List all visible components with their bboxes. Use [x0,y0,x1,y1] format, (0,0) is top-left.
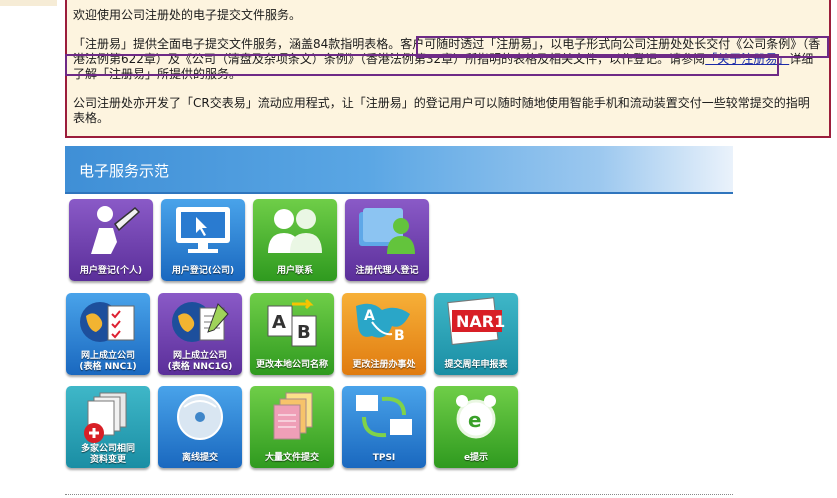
tile-register-individual[interactable]: 用户登记(个人) [69,199,153,281]
disc-icon [158,386,242,448]
tile-label: 用户登记(个人) [79,266,143,276]
map-ab-icon: AB [342,293,426,355]
tile-label: 注册代理人登记 [355,266,419,276]
eservice-demo-banner: 电子服务示范 [65,146,733,194]
tile-offline-submission[interactable]: 离线提交 [158,386,242,468]
svg-text:A: A [364,308,375,324]
svg-text:A: A [272,312,286,333]
welcome-notice: 欢迎使用公司注册处的电子提交文件服务。 「注册易」提供全面电子提交文件服务，涵盖… [65,0,831,138]
tile-label: TPSI [372,453,396,463]
svg-text:B: B [297,322,311,343]
tile-label: 多家公司相同 资料变更 [80,444,135,465]
tile-label: 用户联系 [276,266,313,276]
bottom-divider [65,494,733,495]
globe-form-icon [66,293,150,355]
tile-register-company[interactable]: 用户登记(公司) [161,199,245,281]
pen-person-icon [69,199,153,261]
tile-e-reminder[interactable]: e e提示 [434,386,518,468]
tile-label: 提交周年申报表 [444,360,508,370]
tile-label: e提示 [463,453,489,463]
tile-label: 离线提交 [181,453,218,463]
tile-tpsi[interactable]: TPSI [342,386,426,468]
tile-change-registered-office[interactable]: AB 更改注册办事处 [342,293,426,375]
monitor-icon [161,199,245,261]
folder-user-icon [345,199,429,261]
notice-line1: 欢迎使用公司注册处的电子提交文件服务。 [73,8,302,22]
tile-multi-company-change[interactable]: 多家公司相同 资料变更 [66,386,150,468]
tile-incorporate-nnc1[interactable]: 网上成立公司 (表格 NNC1) [66,293,150,375]
tile-agent-register[interactable]: 注册代理人登记 [345,199,429,281]
computers-sync-icon [342,386,426,448]
stack-files-icon [250,386,334,448]
svg-text:B: B [394,328,405,344]
users-icon [253,199,337,261]
tile-label: 网上成立公司 (表格 NNC1G) [167,351,233,372]
notice-paragraph-2: 「注册易」提供全面电子提交文件服务，涵盖84款指明表格。客户可随时透过「注册易」… [73,37,821,82]
tile-label: 用户登记(公司) [171,266,235,276]
svg-text:NAR1: NAR1 [456,312,505,331]
ab-rename-icon: AB [250,293,334,355]
tile-label: 更改注册办事处 [352,360,416,370]
alarm-clock-icon: e [434,386,518,448]
svg-text:e: e [468,408,482,432]
left-tab-strip [0,0,57,6]
banner-title: 电子服务示范 [79,162,170,180]
tile-bulk-submission[interactable]: 大量文件提交 [250,386,334,468]
globe-form-pen-icon [158,293,242,355]
tile-annual-return[interactable]: NAR1 提交周年申报表 [434,293,518,375]
tile-incorporate-nnc1g[interactable]: 网上成立公司 (表格 NNC1G) [158,293,242,375]
tile-label: 更改本地公司名称 [255,360,328,370]
about-link[interactable]: 「关于注册易」 [705,52,789,66]
tile-change-company-name[interactable]: AB 更改本地公司名称 [250,293,334,375]
tile-label: 网上成立公司 (表格 NNC1) [79,351,137,372]
nar1-icon: NAR1 [434,293,518,355]
tile-label: 大量文件提交 [264,453,319,463]
tile-user-contact[interactable]: 用户联系 [253,199,337,281]
notice-paragraph-3: 公司注册处亦开发了「CR交表易」流动应用程式，让「注册易」的登记用户可以随时随地… [73,96,810,125]
documents-plus-icon [66,386,150,448]
